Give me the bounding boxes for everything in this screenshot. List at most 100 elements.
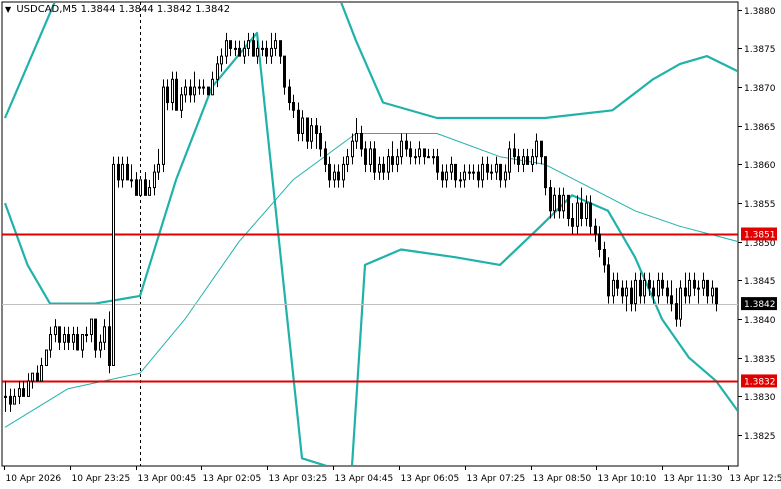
candle-body	[445, 171, 448, 181]
candle-body	[207, 86, 210, 96]
candle-body	[117, 163, 120, 181]
candle-body	[580, 202, 583, 220]
candle-body	[364, 148, 367, 165]
candle-body	[679, 287, 682, 320]
candle-body	[220, 55, 223, 65]
candle-body	[99, 341, 102, 351]
candle-body	[261, 47, 264, 50]
candle-body	[85, 334, 88, 337]
candle-body	[27, 380, 30, 397]
current-price-label: 1.3842	[744, 300, 776, 310]
candle-body	[81, 334, 84, 351]
candle-body	[189, 86, 192, 96]
candle-body	[621, 287, 624, 297]
candle-body	[153, 171, 156, 189]
triangle-down-icon[interactable]: ▼	[5, 5, 11, 14]
candle-body	[508, 148, 511, 173]
candle-body	[396, 156, 399, 165]
candle-body	[148, 187, 151, 196]
candle-body	[387, 156, 390, 173]
candle-body	[616, 279, 619, 289]
candle-body	[31, 372, 34, 382]
candle-body	[229, 40, 232, 49]
candle-body	[202, 86, 205, 89]
candle-body	[342, 163, 345, 181]
candle-body	[234, 47, 237, 50]
candle-body	[324, 148, 327, 165]
candle-body	[22, 388, 25, 397]
chart-window[interactable]: 1.3880 1.3875 1.3870 1.3865 1.3860 1.3855 1.38…	[0, 0, 781, 489]
candle-body	[175, 78, 178, 111]
candle-body	[391, 156, 394, 165]
candle-body	[121, 163, 124, 181]
candle-body	[648, 279, 651, 289]
candle-body	[661, 279, 664, 289]
candle-body	[436, 156, 439, 173]
x-tick-label: 13 Apr 12:50	[730, 474, 781, 484]
candle-body	[139, 179, 142, 196]
candle-body	[378, 163, 381, 173]
candle-body	[382, 163, 385, 173]
candle-body	[657, 279, 660, 297]
candle-body	[571, 218, 574, 227]
candle-body	[607, 264, 610, 297]
candle-body	[297, 109, 300, 134]
candle-body	[567, 194, 570, 220]
x-tick-label: 13 Apr 07:25	[467, 474, 526, 484]
bollinger-upper-band	[3, 3, 737, 120]
candle-body	[4, 395, 7, 398]
x-tick-label: 10 Apr 2026	[6, 474, 62, 484]
candle-body	[369, 148, 372, 165]
candle-body	[58, 326, 61, 343]
candle-body	[454, 163, 457, 181]
x-tick-label: 13 Apr 00:45	[138, 474, 197, 484]
candle-body	[346, 156, 349, 165]
candle-body	[558, 194, 561, 212]
candle-body	[310, 125, 313, 142]
x-tick-label: 10 Apr 23:25	[72, 474, 131, 484]
candle-body	[639, 279, 642, 297]
candle-body	[513, 148, 516, 158]
candle-body	[319, 132, 322, 150]
y-tick-label: 1.3845	[744, 277, 776, 287]
candle-body	[531, 156, 534, 165]
x-tick-label: 13 Apr 11:30	[664, 474, 723, 484]
candle-body	[144, 179, 147, 196]
candle-body	[162, 86, 165, 165]
candle-body	[459, 179, 462, 182]
candle-body	[706, 279, 709, 297]
candle-body	[54, 326, 57, 336]
candle-body	[535, 140, 538, 158]
candle-body	[562, 194, 565, 212]
candle-body	[243, 47, 246, 57]
symbol-header: ▼ USDCAD,M5 1.3844 1.3844 1.3842 1.3842	[5, 4, 230, 15]
candle-body	[171, 78, 174, 104]
candle-body	[306, 117, 309, 142]
candle-body	[301, 117, 304, 134]
candle-body	[702, 279, 705, 289]
candle-body	[274, 40, 277, 49]
candle-body	[270, 47, 273, 57]
y-tick-label: 1.3865	[744, 123, 776, 133]
candle-body	[643, 279, 646, 297]
candle-body	[18, 388, 21, 397]
candle-body	[589, 202, 592, 227]
candle-body	[468, 171, 471, 174]
chart-canvas[interactable]: 1.3880 1.3875 1.3870 1.3865 1.3860 1.3855 1.38…	[0, 0, 781, 489]
candle-body	[333, 171, 336, 181]
candle-body	[693, 279, 696, 289]
y-tick-label: 1.3840	[744, 316, 776, 326]
candle-body	[351, 140, 354, 158]
candle-body	[423, 148, 426, 158]
candle-body	[675, 303, 678, 320]
level-price-label: 1.3851	[744, 231, 776, 241]
candle-body	[517, 156, 520, 165]
candle-body	[94, 318, 97, 351]
x-tick-label: 13 Apr 04:45	[335, 474, 394, 484]
candle-body	[405, 140, 408, 150]
candle-body	[603, 248, 606, 266]
candle-body	[292, 102, 295, 111]
candle-body	[634, 279, 637, 305]
ohlc-values: 1.3844 1.3844 1.3842 1.3842	[80, 4, 231, 15]
candle-body	[184, 86, 187, 96]
